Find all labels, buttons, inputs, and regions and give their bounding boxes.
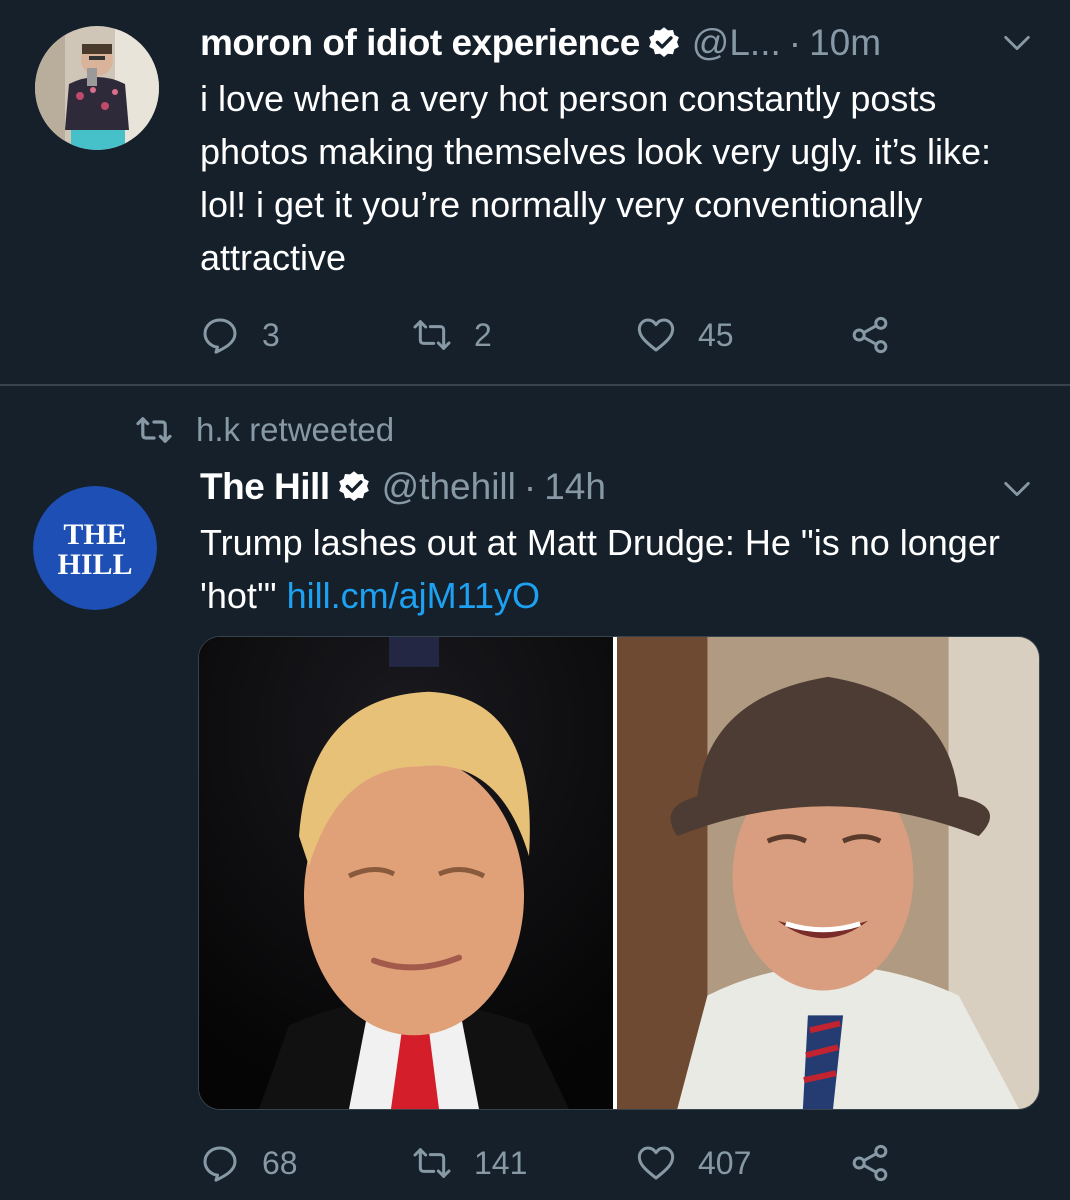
svg-text:THE: THE — [63, 518, 126, 551]
share-icon — [852, 1144, 888, 1182]
retweet-button[interactable]: 141 — [412, 1138, 527, 1188]
media-photo-right[interactable] — [617, 637, 1039, 1109]
retweet-icon — [413, 1148, 451, 1178]
separator: · — [788, 22, 802, 63]
retweet-count: 141 — [474, 1144, 528, 1181]
chevron-down-icon[interactable] — [1000, 472, 1034, 506]
display-name[interactable]: The Hill — [200, 466, 330, 508]
reply-icon — [203, 318, 237, 354]
handle[interactable]: @thehill — [382, 466, 516, 508]
reply-button[interactable]: 3 — [200, 310, 280, 360]
the-hill-logo: THE HILL — [33, 486, 157, 610]
reply-count: 68 — [262, 1144, 298, 1181]
tweet-text: Trump lashes out at Matt Drudge: He "is … — [200, 516, 1040, 622]
avatar-photo — [35, 26, 159, 150]
display-name[interactable]: moron of idiot experience — [200, 22, 640, 64]
share-button[interactable] — [850, 1138, 912, 1188]
verified-icon — [338, 471, 369, 501]
tweet-text: i love when a very hot person constantly… — [200, 78, 992, 278]
photo-drudge — [617, 637, 1039, 1109]
handle[interactable]: @L... — [692, 22, 781, 64]
like-button[interactable]: 45 — [636, 310, 734, 360]
reply-count: 3 — [262, 316, 280, 353]
media-photo-left[interactable] — [199, 637, 613, 1109]
like-icon — [637, 318, 675, 352]
verified-icon — [648, 27, 679, 57]
like-icon — [637, 1146, 675, 1180]
timestamp[interactable]: 14h — [544, 466, 606, 508]
reply-button[interactable]: 68 — [200, 1138, 298, 1188]
svg-text:HILL: HILL — [57, 548, 132, 581]
retweet-button[interactable]: 2 — [412, 310, 492, 360]
like-button[interactable]: 407 — [636, 1138, 751, 1188]
like-count: 45 — [698, 316, 734, 353]
retweet-count: 2 — [474, 316, 492, 353]
avatar[interactable] — [35, 26, 159, 150]
tweet-actions: 3 2 45 — [200, 310, 960, 360]
retweeted-by-label: h.k retweeted — [196, 411, 395, 448]
retweet-icon — [136, 417, 172, 443]
retweet-icon — [413, 320, 451, 350]
reply-icon — [203, 1146, 237, 1182]
tweet-header: The Hill @thehill · 14h — [200, 462, 606, 512]
retweeted-by[interactable]: h.k retweeted — [134, 410, 394, 450]
tweet-the-hill[interactable]: h.k retweeted THE HILL The Hill @thehill… — [0, 386, 1070, 1200]
like-count: 407 — [698, 1144, 752, 1181]
tweet-link[interactable]: hill.cm/ajM11yO — [287, 575, 540, 616]
tweet-media[interactable] — [198, 636, 1040, 1110]
timestamp[interactable]: 10m — [809, 22, 881, 64]
share-icon — [852, 316, 888, 354]
share-button[interactable] — [850, 310, 912, 360]
chevron-down-icon[interactable] — [1000, 26, 1034, 60]
separator: · — [523, 466, 537, 507]
tweet-header: moron of idiot experience @L... · 10m — [200, 18, 881, 68]
tweet-moron[interactable]: moron of idiot experience @L... · 10m i … — [0, 0, 1070, 384]
photo-trump — [199, 637, 613, 1109]
avatar[interactable]: THE HILL — [33, 486, 157, 610]
tweet-actions: 68 141 407 — [200, 1138, 960, 1188]
